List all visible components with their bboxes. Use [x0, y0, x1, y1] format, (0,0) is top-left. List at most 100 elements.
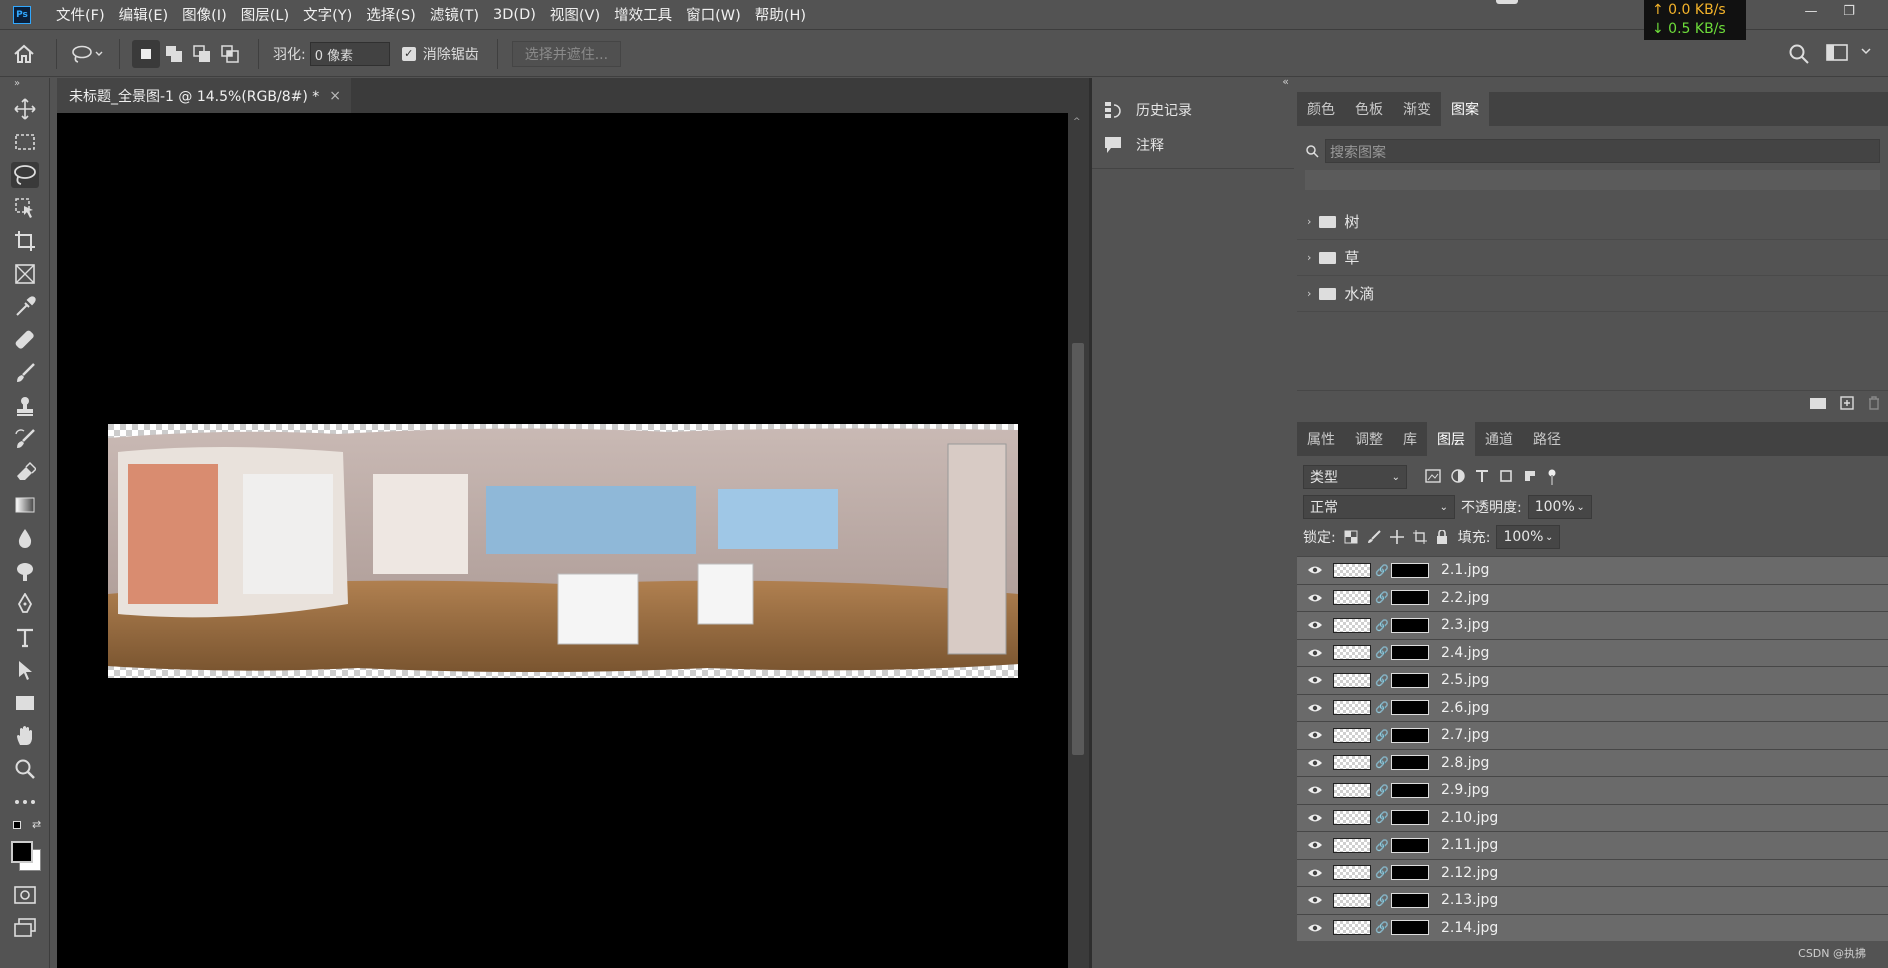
lock-all-icon[interactable]: [1436, 530, 1448, 544]
layer-mask-thumbnail[interactable]: [1391, 810, 1429, 826]
tab-adjustments[interactable]: 调整: [1345, 422, 1393, 456]
menu-select[interactable]: 选择(S): [359, 4, 423, 25]
vertical-scrollbar[interactable]: ^: [1068, 113, 1089, 968]
rectangle-tool[interactable]: [0, 686, 50, 719]
layer-mask-thumbnail[interactable]: [1391, 755, 1429, 771]
layer-mask-thumbnail[interactable]: [1391, 727, 1429, 743]
blend-mode-select[interactable]: 正常 ⌄: [1303, 495, 1455, 519]
link-icon[interactable]: 🔗: [1375, 921, 1389, 934]
blur-tool[interactable]: [0, 521, 50, 554]
dodge-tool[interactable]: [0, 554, 50, 587]
layer-mask-thumbnail[interactable]: [1391, 562, 1429, 578]
layer-row[interactable]: 🔗 2.1.jpg: [1297, 556, 1888, 584]
layer-row[interactable]: 🔗 2.6.jpg: [1297, 693, 1888, 721]
canvas-area[interactable]: [57, 113, 1068, 968]
frame-tool[interactable]: [0, 257, 50, 290]
layer-row[interactable]: 🔗 2.8.jpg: [1297, 748, 1888, 776]
pattern-search-input[interactable]: 搜索图案: [1325, 139, 1880, 163]
layer-row[interactable]: 🔗 2.3.jpg: [1297, 611, 1888, 639]
antialias-checkbox[interactable]: ✓: [401, 46, 416, 61]
search-icon[interactable]: [1788, 43, 1810, 65]
menu-help[interactable]: 帮助(H): [748, 4, 813, 25]
gradient-tool[interactable]: [0, 488, 50, 521]
filter-toggle-icon[interactable]: [1547, 469, 1557, 485]
eye-icon[interactable]: [1297, 785, 1333, 795]
scrollbar-thumb[interactable]: [1072, 343, 1084, 755]
collapse-panels-icon[interactable]: «: [1092, 75, 1295, 92]
workspace-icon[interactable]: [1826, 43, 1848, 63]
menu-view[interactable]: 视图(V): [543, 4, 607, 25]
eye-icon[interactable]: [1297, 923, 1333, 933]
history-panel-button[interactable]: 历史记录: [1092, 92, 1294, 127]
close-icon[interactable]: [1868, 0, 1888, 22]
eraser-tool[interactable]: [0, 455, 50, 488]
link-icon[interactable]: 🔗: [1375, 564, 1389, 577]
swap-colors-icon[interactable]: ⇄: [32, 818, 41, 831]
eye-icon[interactable]: [1297, 648, 1333, 658]
layer-mask-thumbnail[interactable]: [1391, 920, 1429, 936]
link-icon[interactable]: 🔗: [1375, 756, 1389, 769]
add-to-selection-icon[interactable]: [160, 40, 188, 68]
default-colors-icon[interactable]: [13, 821, 21, 829]
history-brush-tool[interactable]: [0, 422, 50, 455]
layer-mask-thumbnail[interactable]: [1391, 617, 1429, 633]
layer-row[interactable]: 🔗 2.11.jpg: [1297, 831, 1888, 859]
filter-smart-object-icon[interactable]: [1523, 469, 1537, 483]
layer-row[interactable]: 🔗 2.13.jpg: [1297, 886, 1888, 914]
layer-row[interactable]: 🔗 2.9.jpg: [1297, 776, 1888, 804]
close-tab-icon[interactable]: ×: [329, 88, 341, 104]
scroll-up-icon[interactable]: ^: [1073, 117, 1081, 127]
new-group-icon[interactable]: [1810, 397, 1826, 409]
layer-row[interactable]: 🔗 2.5.jpg: [1297, 666, 1888, 694]
link-icon[interactable]: 🔗: [1375, 839, 1389, 852]
clone-stamp-tool[interactable]: [0, 389, 50, 422]
menu-3d[interactable]: 3D(D): [486, 7, 543, 23]
eye-icon[interactable]: [1297, 840, 1333, 850]
layer-mask-thumbnail[interactable]: [1391, 892, 1429, 908]
minimize-icon[interactable]: —: [1792, 0, 1830, 22]
foreground-color-swatch[interactable]: [11, 841, 33, 863]
tab-properties[interactable]: 属性: [1297, 422, 1345, 456]
menu-file[interactable]: 文件(F): [49, 4, 112, 25]
link-icon[interactable]: 🔗: [1375, 674, 1389, 687]
layer-row[interactable]: 🔗 2.4.jpg: [1297, 638, 1888, 666]
quick-mask-icon[interactable]: [0, 878, 50, 911]
eye-icon[interactable]: [1297, 565, 1333, 575]
lock-artboard-icon[interactable]: [1412, 530, 1427, 544]
eye-icon[interactable]: [1297, 868, 1333, 878]
more-tools-icon[interactable]: [0, 785, 50, 818]
menu-image[interactable]: 图像(I): [175, 4, 234, 25]
menu-filter[interactable]: 滤镜(T): [423, 4, 486, 25]
tab-swatches[interactable]: 色板: [1345, 92, 1393, 126]
notes-panel-button[interactable]: 注释: [1092, 127, 1294, 162]
select-and-mask-button[interactable]: 选择并遮住...: [511, 40, 622, 67]
restore-icon[interactable]: ❐: [1830, 0, 1868, 22]
link-icon[interactable]: 🔗: [1375, 894, 1389, 907]
pattern-preview-slider[interactable]: [1305, 170, 1880, 190]
layer-mask-thumbnail[interactable]: [1391, 645, 1429, 661]
eye-icon[interactable]: [1297, 730, 1333, 740]
layer-row[interactable]: 🔗 2.12.jpg: [1297, 858, 1888, 886]
layer-row[interactable]: 🔗 2.7.jpg: [1297, 721, 1888, 749]
brush-tool[interactable]: [0, 356, 50, 389]
pattern-group[interactable]: › 水滴: [1297, 276, 1888, 312]
eye-icon[interactable]: [1297, 593, 1333, 603]
layer-mask-thumbnail[interactable]: [1391, 672, 1429, 688]
link-icon[interactable]: 🔗: [1375, 729, 1389, 742]
type-tool[interactable]: [0, 620, 50, 653]
eye-icon[interactable]: [1297, 675, 1333, 685]
tab-color[interactable]: 颜色: [1297, 92, 1345, 126]
filter-adjustment-icon[interactable]: [1451, 469, 1465, 483]
link-icon[interactable]: 🔗: [1375, 784, 1389, 797]
link-icon[interactable]: 🔗: [1375, 701, 1389, 714]
hand-tool[interactable]: [0, 719, 50, 752]
intersect-selection-icon[interactable]: [216, 40, 244, 68]
link-icon[interactable]: 🔗: [1375, 866, 1389, 879]
pattern-group[interactable]: › 树: [1297, 204, 1888, 240]
layer-filter-select[interactable]: 类型 ⌄: [1303, 465, 1407, 489]
fill-input[interactable]: 100% ⌄: [1496, 525, 1561, 549]
lock-transparent-icon[interactable]: [1344, 530, 1358, 544]
eye-icon[interactable]: [1297, 813, 1333, 823]
menu-edit[interactable]: 编辑(E): [112, 4, 175, 25]
eye-icon[interactable]: [1297, 758, 1333, 768]
